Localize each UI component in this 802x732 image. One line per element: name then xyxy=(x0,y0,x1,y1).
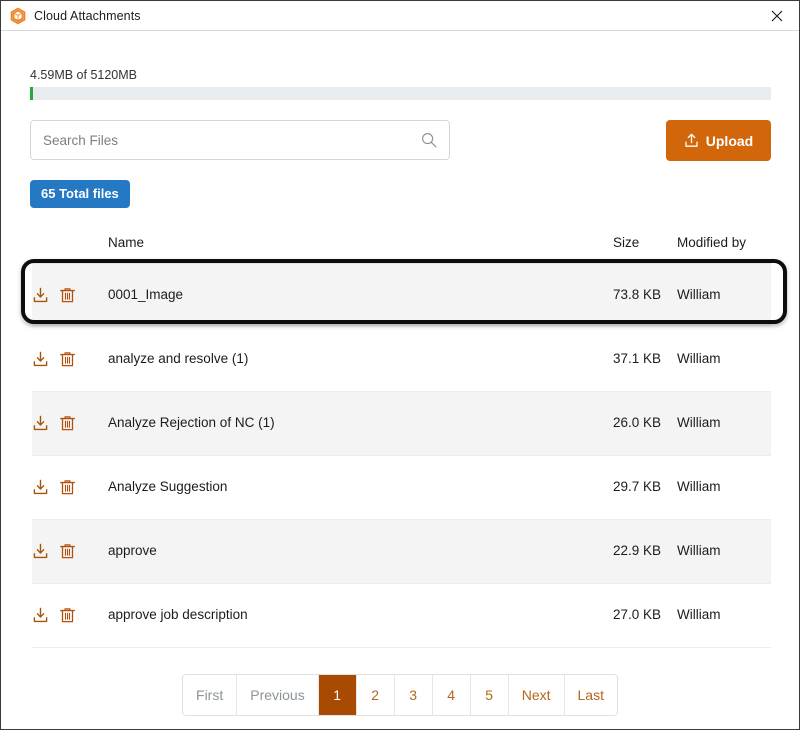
header-name[interactable]: Name xyxy=(108,226,613,264)
search-icon[interactable] xyxy=(421,132,437,148)
files-table-body: 0001_Image 73.8 KB William analyze and reso… xyxy=(32,263,771,648)
table-row[interactable]: approve job description 27.0 KB William xyxy=(32,583,771,648)
pagination-item-1[interactable]: 1 xyxy=(318,674,357,715)
dialog-body: 4.59MB of 5120MB Search Files Upload 65 … xyxy=(1,31,799,729)
pagination-row: First Previous 1 2 3 4 5 Next Last xyxy=(1,673,799,716)
file-size: 22.9 KB xyxy=(613,519,677,584)
row-actions xyxy=(32,391,108,456)
close-button[interactable] xyxy=(755,1,799,30)
pagination: First Previous 1 2 3 4 5 Next Last xyxy=(182,673,618,716)
pagination-item-first[interactable]: First xyxy=(183,674,238,715)
search-and-upload-row: Upload xyxy=(30,120,771,161)
header-size[interactable]: Size xyxy=(613,226,677,264)
row-actions xyxy=(32,583,108,648)
pagination-item-previous[interactable]: Previous xyxy=(237,674,319,715)
file-size: 26.0 KB xyxy=(613,391,677,456)
trash-icon[interactable] xyxy=(59,415,76,432)
download-icon[interactable] xyxy=(32,287,49,304)
trash-icon[interactable] xyxy=(59,287,76,304)
trash-icon[interactable] xyxy=(59,479,76,496)
table-row[interactable]: 0001_Image 73.8 KB William xyxy=(32,263,771,328)
download-icon[interactable] xyxy=(32,415,49,432)
table-row[interactable]: Analyze Suggestion 29.7 KB William xyxy=(32,455,771,520)
pagination-item-3[interactable]: 3 xyxy=(395,674,433,715)
file-size: 73.8 KB xyxy=(613,263,677,328)
download-icon[interactable] xyxy=(32,543,49,560)
table-row[interactable]: approve 22.9 KB William xyxy=(32,519,771,584)
download-icon[interactable] xyxy=(32,607,49,624)
trash-icon[interactable] xyxy=(59,351,76,368)
file-size: 37.1 KB xyxy=(613,327,677,392)
files-table-container: Name Size Modified by 0001_Image 73.8 KB W… xyxy=(21,226,787,648)
trash-icon[interactable] xyxy=(59,607,76,624)
file-size: 27.0 KB xyxy=(613,583,677,648)
total-files-badge[interactable]: 65 Total files xyxy=(30,180,130,208)
search-box[interactable] xyxy=(30,120,450,160)
quota-progress-bar xyxy=(30,87,771,100)
upload-button[interactable]: Upload xyxy=(666,120,771,161)
file-name[interactable]: approve job description xyxy=(108,583,613,648)
files-table-head: Name Size Modified by xyxy=(32,226,771,264)
quota-progress-fill xyxy=(30,87,33,100)
pagination-item-last[interactable]: Last xyxy=(565,675,617,715)
pagination-item-4[interactable]: 4 xyxy=(433,674,471,715)
cube-hexagon-icon xyxy=(9,7,27,25)
table-header-row: Name Size Modified by xyxy=(32,226,771,264)
files-table: Name Size Modified by 0001_Image 73.8 KB W… xyxy=(32,226,771,648)
file-name[interactable]: analyze and resolve (1) xyxy=(108,327,613,392)
file-name[interactable]: Analyze Suggestion xyxy=(108,455,613,520)
trash-icon[interactable] xyxy=(59,543,76,560)
header-modified-by[interactable]: Modified by xyxy=(677,226,771,264)
pagination-item-next[interactable]: Next xyxy=(509,674,565,715)
storage-quota: 4.59MB of 5120MB xyxy=(30,68,771,100)
quota-label: 4.59MB of 5120MB xyxy=(30,68,138,82)
table-row[interactable]: Analyze Rejection of NC (1) 26.0 KB Willia… xyxy=(32,391,771,456)
table-row[interactable]: analyze and resolve (1) 37.1 KB William xyxy=(32,327,771,392)
file-modified-by: William xyxy=(677,583,771,648)
file-modified-by: William xyxy=(677,519,771,584)
cloud-attachments-window: Cloud Attachments 4.59MB of 5120MB Searc… xyxy=(0,0,800,730)
row-actions xyxy=(32,263,108,328)
upload-button-label: Upload xyxy=(705,132,754,149)
search-input[interactable] xyxy=(31,121,449,159)
row-actions xyxy=(32,327,108,392)
file-name[interactable]: approve xyxy=(108,519,613,584)
total-files-row: 65 Total files xyxy=(30,180,799,208)
file-size: 29.7 KB xyxy=(613,455,677,520)
file-name[interactable]: Analyze Rejection of NC (1) xyxy=(108,391,613,456)
file-modified-by: William xyxy=(677,327,771,392)
upload-icon xyxy=(684,133,699,148)
title-bar: Cloud Attachments xyxy=(1,1,799,31)
header-actions xyxy=(32,226,108,264)
pagination-item-5[interactable]: 5 xyxy=(471,674,509,715)
file-name[interactable]: 0001_Image xyxy=(108,263,613,328)
download-icon[interactable] xyxy=(32,479,49,496)
file-modified-by: William xyxy=(677,455,771,520)
row-actions xyxy=(32,519,108,584)
file-modified-by: William xyxy=(677,391,771,456)
download-icon[interactable] xyxy=(32,351,49,368)
pagination-item-2[interactable]: 2 xyxy=(357,674,395,715)
window-title: Cloud Attachments xyxy=(34,8,141,23)
row-actions xyxy=(32,455,108,520)
file-modified-by: William xyxy=(677,263,771,328)
